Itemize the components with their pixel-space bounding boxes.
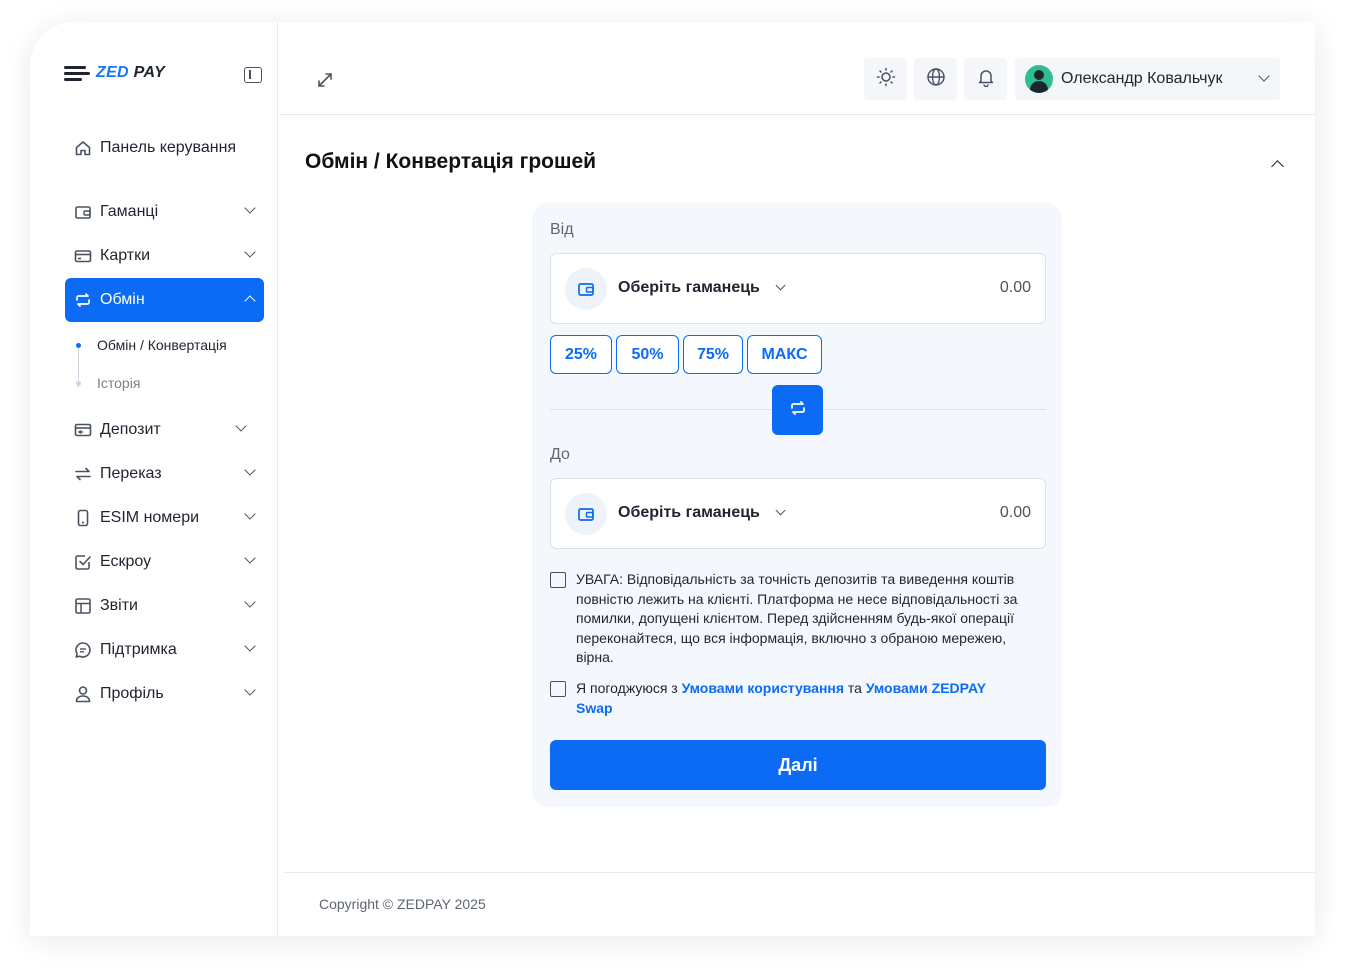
percent-75-button[interactable]: 75% (683, 335, 743, 374)
theme-toggle-button[interactable] (864, 58, 907, 100)
sidebar-item-label: Звіти (100, 597, 138, 614)
warning-checkbox-row: УВАГА: Відповідальність за точність депо… (550, 570, 1020, 668)
percent-buttons: 25% 50% 75% МАКС (550, 335, 822, 374)
wallet-icon (74, 203, 92, 221)
footer-divider (284, 872, 1315, 873)
sidebar-collapse-icon[interactable] (244, 67, 262, 83)
phone-icon (74, 509, 92, 527)
sidebar-item-cards[interactable]: Картки (65, 234, 264, 278)
chat-icon (74, 641, 92, 659)
logo-mark-icon (64, 65, 90, 81)
copyright: Copyright © ZEDPAY 2025 (319, 896, 486, 912)
sidebar-item-reports[interactable]: Звіти (65, 584, 264, 628)
user-icon (74, 685, 92, 703)
chevron-down-icon (235, 420, 247, 432)
sidebar-item-support[interactable]: Підтримка (65, 628, 264, 672)
to-amount[interactable]: 0.00 (1000, 504, 1031, 522)
sidebar-nav: Панель керування Гаманці Картки Обмін Об… (65, 126, 264, 716)
chevron-down-icon (244, 640, 256, 652)
sidebar-item-label: Переказ (100, 465, 162, 482)
user-menu[interactable]: Олександр Ковальчук (1015, 58, 1280, 100)
terms-checkbox[interactable] (550, 681, 566, 697)
chevron-down-icon (244, 202, 256, 214)
to-wallet-select[interactable]: Оберіть гаманець 0.00 (550, 478, 1046, 549)
bell-icon (976, 67, 996, 92)
warning-checkbox[interactable] (550, 572, 566, 588)
sidebar-item-deposit[interactable]: Депозит (65, 408, 264, 452)
sidebar-item-dashboard[interactable]: Панель керування (65, 126, 264, 170)
sun-icon (876, 67, 896, 92)
chevron-up-icon (244, 295, 256, 307)
card-icon (74, 247, 92, 265)
sidebar-item-label: Підтримка (100, 641, 177, 658)
sidebar-item-label: Профіль (100, 685, 164, 702)
avatar (1025, 65, 1053, 93)
sidebar-item-label: Гаманці (100, 203, 159, 220)
from-amount[interactable]: 0.00 (1000, 279, 1031, 297)
chevron-down-icon (244, 246, 256, 258)
chevron-down-icon (244, 552, 256, 564)
globe-icon (926, 67, 946, 92)
sidebar-item-label: Картки (100, 247, 151, 264)
sidebar-item-label: Депозит (100, 421, 161, 438)
sidebar-item-esim[interactable]: ESIM номери (65, 496, 264, 540)
language-button[interactable] (914, 58, 957, 100)
wallet-icon (565, 268, 607, 310)
swap-direction-button[interactable] (772, 385, 823, 435)
sidebar-item-profile[interactable]: Профіль (65, 672, 264, 716)
sidebar-item-escrow[interactable]: Ескроу (65, 540, 264, 584)
transfer-icon (74, 465, 92, 483)
logo-text: ZED PAY (96, 64, 166, 81)
topbar: Олександр Ковальчук (279, 22, 1315, 115)
sidebar-item-wallets[interactable]: Гаманці (65, 190, 264, 234)
deposit-icon (74, 421, 92, 439)
from-wallet-placeholder: Оберіть гаманець (618, 279, 760, 296)
sidebar-item-label: Обмін (100, 291, 145, 308)
chevron-down-icon (244, 508, 256, 520)
exchange-submenu: Обмін / Конвертація Історія (65, 326, 264, 402)
swap-icon (788, 398, 808, 423)
terms-checkbox-row: Я погоджуюся з Умовами користування та У… (550, 679, 1020, 718)
exchange-icon (74, 291, 92, 309)
submenu-item-conversion[interactable]: Обмін / Конвертація (76, 326, 264, 364)
chevron-down-icon (1258, 70, 1270, 82)
sidebar: ZED PAY Панель керування Гаманці Картки … (30, 22, 278, 936)
sidebar-item-transfer[interactable]: Переказ (65, 452, 264, 496)
app-frame: ZED PAY Панель керування Гаманці Картки … (30, 22, 1315, 936)
user-name: Олександр Ковальчук (1061, 70, 1223, 87)
to-label: До (550, 446, 570, 463)
sidebar-item-exchange[interactable]: Обмін (65, 278, 264, 322)
sidebar-item-label: Панель керування (100, 139, 237, 156)
sidebar-item-label: ESIM номери (100, 509, 200, 526)
chevron-down-icon (244, 684, 256, 696)
notifications-button[interactable] (964, 58, 1007, 100)
chevron-down-icon (244, 464, 256, 476)
warning-text: УВАГА: Відповідальність за точність депо… (576, 571, 1018, 665)
from-label: Від (550, 221, 574, 238)
terms-of-use-link[interactable]: Умовами користування (682, 680, 844, 696)
expand-icon[interactable] (317, 72, 333, 88)
percent-max-button[interactable]: МАКС (747, 335, 822, 374)
wallet-icon (565, 493, 607, 535)
chevron-down-icon (244, 596, 256, 608)
to-wallet-placeholder: Оберіть гаманець (618, 504, 760, 521)
check-square-icon (74, 553, 92, 571)
collapse-section-icon[interactable] (1271, 160, 1284, 173)
exchange-card: Від Оберіть гаманець 0.00 25% 50% 75% МА… (532, 203, 1062, 807)
table-icon (74, 597, 92, 615)
submenu-item-history[interactable]: Історія (76, 364, 264, 402)
percent-50-button[interactable]: 50% (616, 335, 679, 374)
terms-text: Я погоджуюся з Умовами користування та У… (576, 680, 986, 716)
page-title: Обмін / Конвертація грошей (305, 150, 597, 173)
percent-25-button[interactable]: 25% (550, 335, 612, 374)
chevron-down-icon (775, 505, 786, 516)
sidebar-item-label: Ескроу (100, 553, 152, 570)
next-button[interactable]: Далі (550, 740, 1046, 790)
logo: ZED PAY (64, 64, 165, 82)
from-wallet-select[interactable]: Оберіть гаманець 0.00 (550, 253, 1046, 324)
home-icon (74, 139, 92, 157)
chevron-down-icon (775, 280, 786, 291)
